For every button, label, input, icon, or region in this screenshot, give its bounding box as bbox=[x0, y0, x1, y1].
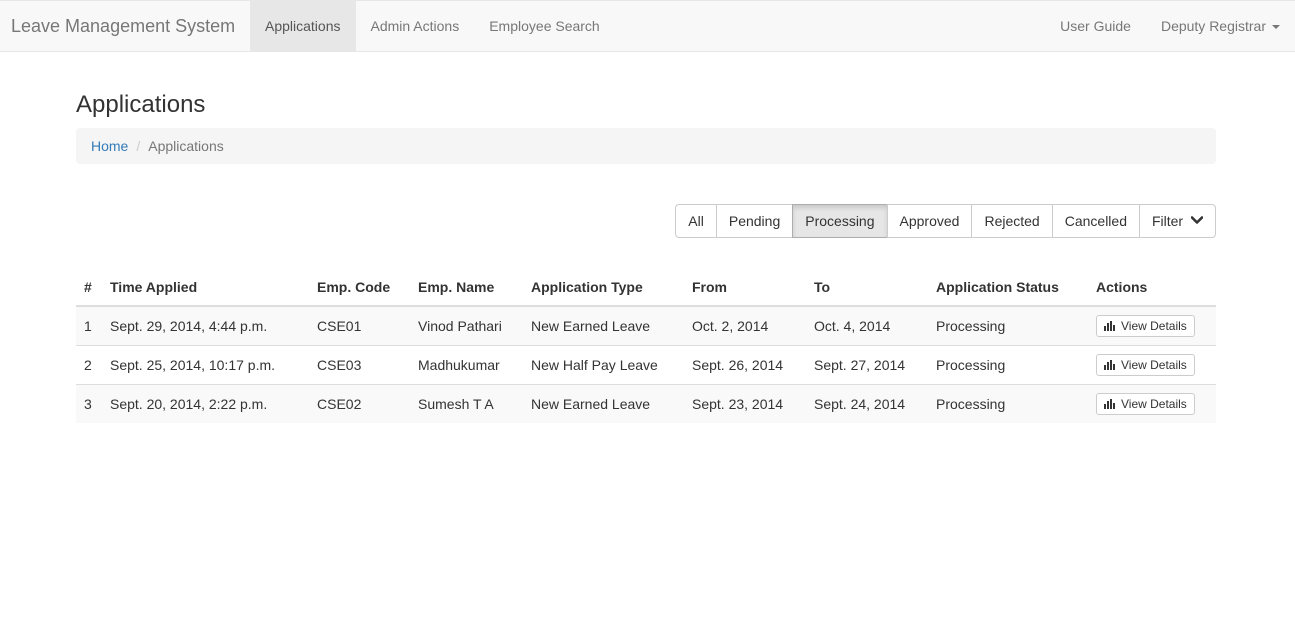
filter-rejected-button[interactable]: Rejected bbox=[971, 204, 1053, 238]
cell-from: Oct. 2, 2014 bbox=[684, 306, 806, 345]
filter-all-button[interactable]: All bbox=[675, 204, 717, 238]
nav-item-employee-search[interactable]: Employee Search bbox=[474, 1, 615, 52]
cell-to: Sept. 24, 2014 bbox=[806, 383, 928, 423]
navbar: Leave Management System Applications Adm… bbox=[0, 0, 1295, 52]
table-header-row: # Time Applied Emp. Code Emp. Name Appli… bbox=[76, 268, 1216, 307]
status-filter-group: All Pending Processing Approved Rejected… bbox=[675, 204, 1216, 238]
cell-emp-name: Vinod Pathari bbox=[410, 306, 523, 345]
applications-table-container: # Time Applied Emp. Code Emp. Name Appli… bbox=[76, 268, 1216, 423]
view-details-button[interactable]: View Details bbox=[1096, 314, 1195, 337]
breadcrumb-current: Applications bbox=[148, 138, 224, 154]
view-details-label: View Details bbox=[1121, 357, 1187, 372]
cell-status: Processing bbox=[928, 344, 1088, 384]
cell-time-applied: Sept. 25, 2014, 10:17 p.m. bbox=[102, 344, 309, 384]
breadcrumb: Home / Applications bbox=[76, 128, 1216, 164]
view-details-label: View Details bbox=[1121, 318, 1187, 333]
user-menu-label: Deputy Registrar bbox=[1160, 18, 1266, 34]
cell-index: 2 bbox=[76, 344, 102, 384]
cell-emp-code: CSE02 bbox=[309, 383, 410, 423]
col-header-time-applied: Time Applied bbox=[102, 268, 309, 307]
cell-emp-name: Sumesh T A bbox=[410, 383, 523, 423]
col-header-application-type: Application Type bbox=[523, 268, 684, 307]
cell-index: 1 bbox=[76, 306, 102, 345]
main-nav: Applications Admin Actions Employee Sear… bbox=[250, 1, 615, 52]
col-header-emp-code: Emp. Code bbox=[309, 268, 410, 307]
cell-application-type: New Earned Leave bbox=[523, 383, 684, 423]
right-nav: User Guide Deputy Registrar bbox=[1045, 1, 1295, 52]
applications-table: # Time Applied Emp. Code Emp. Name Appli… bbox=[76, 268, 1216, 423]
page-title: Applications bbox=[76, 91, 206, 118]
col-header-index: # bbox=[76, 268, 102, 307]
col-header-to: To bbox=[806, 268, 928, 307]
cell-status: Processing bbox=[928, 383, 1088, 423]
bar-chart-icon bbox=[1104, 398, 1115, 409]
col-header-emp-name: Emp. Name bbox=[410, 268, 523, 307]
cell-application-type: New Earned Leave bbox=[523, 306, 684, 345]
cell-actions: View Details bbox=[1088, 383, 1216, 423]
col-header-from: From bbox=[684, 268, 806, 307]
filter-processing-button[interactable]: Processing bbox=[792, 204, 888, 238]
cell-index: 3 bbox=[76, 383, 102, 423]
table-row: 1 Sept. 29, 2014, 4:44 p.m. CSE01 Vinod … bbox=[76, 306, 1216, 345]
cell-from: Sept. 26, 2014 bbox=[684, 344, 806, 384]
nav-item-user-guide[interactable]: User Guide bbox=[1045, 1, 1146, 52]
cell-status: Processing bbox=[928, 306, 1088, 345]
cell-application-type: New Half Pay Leave bbox=[523, 344, 684, 384]
nav-item-admin-actions[interactable]: Admin Actions bbox=[356, 1, 475, 52]
brand-link[interactable]: Leave Management System bbox=[11, 1, 235, 52]
caret-down-icon bbox=[1272, 25, 1280, 30]
bar-chart-icon bbox=[1104, 320, 1115, 331]
filter-dropdown-button[interactable]: Filter bbox=[1138, 204, 1216, 238]
table-row: 3 Sept. 20, 2014, 2:22 p.m. CSE02 Sumesh… bbox=[76, 383, 1216, 423]
nav-item-applications[interactable]: Applications bbox=[250, 1, 356, 52]
cell-emp-name: Madhukumar bbox=[410, 344, 523, 384]
bar-chart-icon bbox=[1104, 359, 1115, 370]
cell-from: Sept. 23, 2014 bbox=[684, 383, 806, 423]
view-details-label: View Details bbox=[1121, 396, 1187, 411]
cell-actions: View Details bbox=[1088, 344, 1216, 384]
filter-cancelled-button[interactable]: Cancelled bbox=[1051, 204, 1140, 238]
filter-approved-button[interactable]: Approved bbox=[886, 204, 973, 238]
cell-actions: View Details bbox=[1088, 306, 1216, 345]
cell-to: Sept. 27, 2014 bbox=[806, 344, 928, 384]
view-details-button[interactable]: View Details bbox=[1096, 353, 1195, 376]
table-row: 2 Sept. 25, 2014, 10:17 p.m. CSE03 Madhu… bbox=[76, 344, 1216, 384]
filter-pending-button[interactable]: Pending bbox=[715, 204, 794, 238]
cell-time-applied: Sept. 20, 2014, 2:22 p.m. bbox=[102, 383, 309, 423]
col-header-application-status: Application Status bbox=[928, 268, 1088, 307]
filter-label: Filter bbox=[1151, 213, 1184, 229]
chevron-down-icon bbox=[1191, 216, 1203, 225]
breadcrumb-separator: / bbox=[136, 138, 141, 154]
cell-to: Oct. 4, 2014 bbox=[806, 306, 928, 345]
cell-emp-code: CSE01 bbox=[309, 306, 410, 345]
cell-time-applied: Sept. 29, 2014, 4:44 p.m. bbox=[102, 306, 309, 345]
col-header-actions: Actions bbox=[1088, 268, 1216, 307]
breadcrumb-home-link[interactable]: Home bbox=[91, 138, 128, 154]
cell-emp-code: CSE03 bbox=[309, 344, 410, 384]
user-menu-dropdown[interactable]: Deputy Registrar bbox=[1146, 1, 1295, 52]
view-details-button[interactable]: View Details bbox=[1096, 392, 1195, 415]
